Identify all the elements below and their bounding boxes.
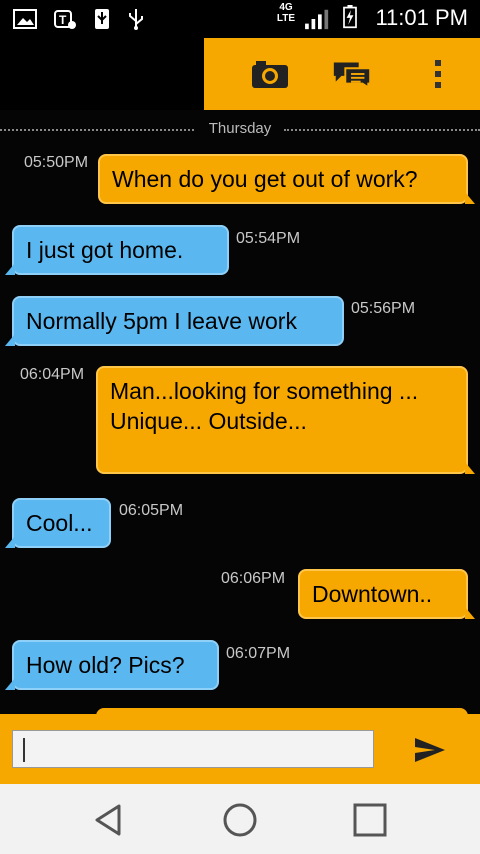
message-bubble-outgoing[interactable]: When do you get out of work? [98,154,475,204]
back-button[interactable] [86,798,130,842]
system-nav-bar [0,784,480,854]
back-icon [95,804,121,836]
camera-icon [252,61,288,88]
status-bar: T 4G LTE 11:01 PM [0,0,480,38]
action-bar-toolbar [204,38,480,110]
chat-menu-button[interactable] [330,52,374,96]
recents-icon [353,803,387,837]
signal-icon [305,9,329,30]
network-type-label: 4G LTE [276,2,296,24]
camera-button[interactable] [248,52,292,96]
tmobile-icon: T [54,10,76,29]
message-timestamp: 06:06PM [221,570,286,587]
chat-menu-icon [333,62,372,90]
home-button[interactable] [218,798,262,842]
message-timestamp: 06:07PM [226,645,291,662]
gallery-icon [13,9,37,29]
usb-debug-icon [95,9,109,29]
usb-icon [129,9,143,30]
home-icon [223,803,257,837]
message-bubble-outgoing[interactable]: Downtown.. [298,569,475,619]
text-caret [23,738,25,762]
message-bubble-incoming[interactable]: Cool... [5,498,111,548]
send-icon [415,738,445,762]
message-timestamp: 06:05PM [119,502,184,519]
message-bubble-incoming[interactable]: Normally 5pm I leave work [5,296,344,346]
day-separator: Thursday [0,120,480,140]
conversation-view[interactable]: Thursday 05:50PM When do you get out of … [0,110,480,714]
message-input[interactable] [12,730,374,768]
status-time: 11:01 PM [375,5,468,30]
overflow-menu-button[interactable] [416,52,460,96]
message-bubble-outgoing[interactable]: Man...looking for something ... Unique..… [96,366,475,474]
svg-text:T: T [59,13,67,27]
message-timestamp: 06:04PM [20,366,85,383]
recents-button[interactable] [348,798,392,842]
send-button[interactable] [408,728,452,772]
message-bubble-incoming[interactable]: I just got home. [5,225,229,275]
message-timestamp: 05:56PM [351,300,416,317]
battery-charging-icon [343,5,357,29]
message-timestamp: 05:50PM [24,154,89,171]
overflow-menu-icon [435,60,441,88]
compose-bar [0,714,480,784]
action-bar [0,38,480,110]
day-label: Thursday [202,120,278,137]
message-timestamp: 05:54PM [236,230,301,247]
message-bubble-incoming[interactable]: How old? Pics? [5,640,219,690]
